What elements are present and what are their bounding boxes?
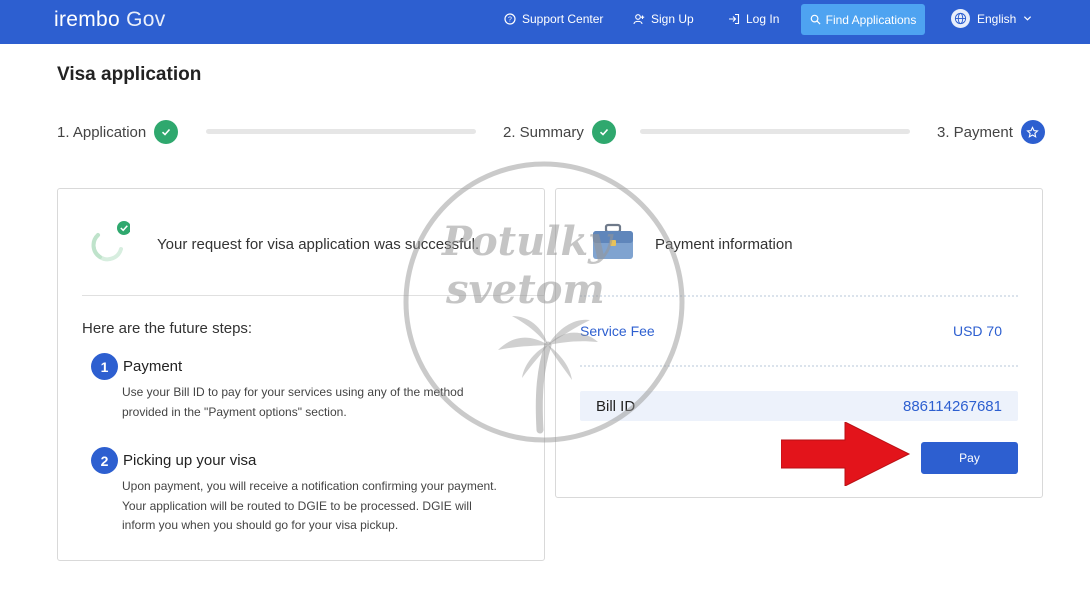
success-spinner-icon [91, 221, 130, 262]
step-payment: 3. Payment [937, 120, 1045, 144]
log-in-link[interactable]: Log In [728, 12, 779, 26]
step-summary: 2. Summary [503, 120, 616, 144]
payment-info-title: Payment information [655, 236, 793, 253]
dotted-divider [580, 365, 1018, 367]
dotted-divider [580, 295, 1018, 297]
globe-icon [951, 9, 970, 28]
support-center-label: Support Center [522, 12, 604, 26]
star-icon [1020, 120, 1045, 144]
future-steps-title: Here are the future steps: [82, 320, 253, 337]
pay-button[interactable]: Pay [921, 442, 1018, 474]
find-applications-button[interactable]: Find Applications [801, 4, 925, 35]
briefcase-icon [593, 223, 633, 259]
step-label: 3. Payment [937, 123, 1013, 141]
red-arrow-annotation [781, 422, 911, 486]
confirmation-card: Your request for visa application was su… [57, 188, 545, 561]
success-message: Your request for visa application was su… [157, 236, 480, 253]
service-fee-value: USD 70 [952, 323, 1002, 339]
divider [82, 295, 544, 296]
step-number-badge: 1 [91, 353, 118, 380]
future-step-description: Use your Bill ID to pay for your service… [122, 385, 464, 419]
checkmark-icon [154, 120, 179, 144]
bill-id-value: 886114267681 [903, 398, 1002, 415]
bill-id-row: Bill ID 886114267681 [580, 391, 1018, 421]
support-center-link[interactable]: ? Support Center [504, 12, 603, 26]
login-icon [729, 13, 740, 25]
brand-name: irembo [54, 8, 120, 31]
brand-suffix: Gov [126, 8, 166, 31]
future-step-heading: Payment [123, 358, 183, 375]
checkmark-icon [591, 120, 616, 144]
future-step-description: Upon payment, you will receive a notific… [122, 479, 497, 532]
step-number-badge: 2 [91, 447, 118, 474]
search-icon [810, 14, 821, 25]
future-step-heading: Picking up your visa [123, 452, 257, 469]
help-circle-icon: ? [504, 13, 516, 25]
log-in-label: Log In [746, 12, 780, 26]
sign-up-label: Sign Up [651, 12, 694, 26]
brand-logo[interactable]: irembo Gov [54, 8, 166, 32]
top-navbar: irembo Gov ? Support Center Sign Up Log … [0, 0, 1090, 44]
sign-up-link[interactable]: Sign Up [633, 12, 694, 26]
step-label: 1. Application [57, 123, 147, 141]
svg-text:?: ? [508, 17, 512, 24]
step-connector [206, 129, 476, 134]
step-application: 1. Application [57, 120, 179, 144]
page-title: Visa application [57, 64, 202, 85]
step-connector [640, 129, 910, 134]
language-selector[interactable]: English [951, 9, 1032, 28]
add-user-icon [633, 14, 645, 25]
step-label: 2. Summary [503, 123, 584, 141]
bill-id-label: Bill ID [596, 398, 636, 415]
chevron-down-icon [1024, 16, 1032, 21]
language-label: English [977, 11, 1017, 26]
find-applications-label: Find Applications [825, 12, 917, 27]
service-fee-label: Service Fee [580, 323, 655, 339]
